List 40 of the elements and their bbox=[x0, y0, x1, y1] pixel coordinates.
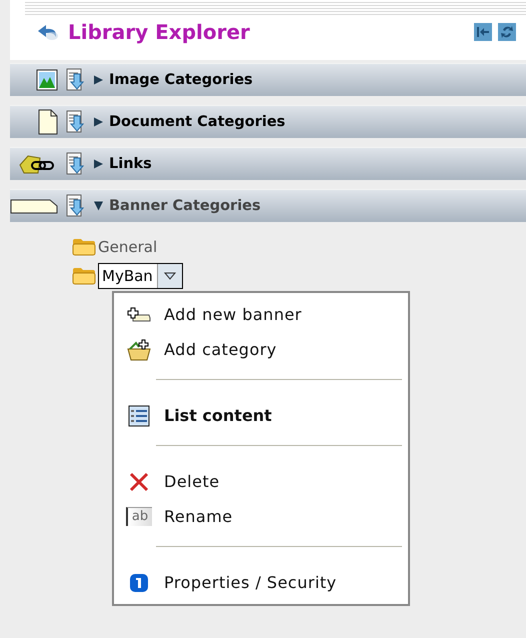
image-icon bbox=[36, 69, 58, 91]
banner-icon bbox=[10, 198, 58, 214]
menu-item[interactable]: Delete bbox=[114, 464, 408, 499]
import-icon[interactable] bbox=[66, 152, 86, 176]
collapsed-arrow-icon[interactable] bbox=[94, 75, 103, 85]
list-icon bbox=[128, 404, 150, 426]
import-icon[interactable] bbox=[66, 68, 86, 92]
category-label: Banner Categories bbox=[109, 198, 261, 214]
add-folder-icon bbox=[127, 338, 151, 360]
category-bar[interactable]: Banner Categories bbox=[10, 189, 526, 222]
collapsed-arrow-icon[interactable] bbox=[94, 159, 103, 169]
panel-title: Library Explorer bbox=[68, 20, 250, 44]
add-banner-icon bbox=[127, 306, 151, 322]
menu-item[interactable]: Properties / Security bbox=[114, 565, 408, 600]
category-bar[interactable]: Links bbox=[10, 147, 526, 180]
refresh-icon[interactable] bbox=[498, 23, 516, 41]
menu-item[interactable]: List content bbox=[114, 398, 408, 433]
tree-item[interactable]: General bbox=[98, 238, 158, 256]
info-icon bbox=[129, 572, 149, 592]
menu-item[interactable]: Add category bbox=[114, 332, 408, 367]
back-arrow-icon[interactable] bbox=[36, 23, 60, 41]
folder-icon bbox=[72, 236, 96, 256]
import-icon[interactable] bbox=[66, 194, 86, 218]
menu-item[interactable]: ab Rename bbox=[114, 499, 408, 534]
expanded-arrow-icon[interactable] bbox=[94, 201, 103, 211]
delete-icon bbox=[128, 470, 150, 492]
collapse-icon[interactable] bbox=[474, 23, 492, 41]
category-bar[interactable]: Document Categories bbox=[10, 105, 526, 138]
category-label: Document Categories bbox=[109, 114, 286, 130]
collapsed-arrow-icon[interactable] bbox=[94, 117, 103, 127]
category-label: Links bbox=[109, 156, 152, 172]
folder-icon bbox=[72, 266, 96, 286]
node-name-field[interactable]: MyBan bbox=[98, 262, 183, 288]
category-label: Image Categories bbox=[109, 72, 253, 88]
dropdown-icon[interactable] bbox=[164, 272, 176, 280]
import-icon[interactable] bbox=[66, 110, 86, 134]
document-icon bbox=[38, 109, 58, 135]
category-bar[interactable]: Image Categories bbox=[10, 63, 526, 96]
rename-icon: ab bbox=[126, 507, 152, 526]
menu-item[interactable]: Add new banner bbox=[114, 297, 408, 332]
